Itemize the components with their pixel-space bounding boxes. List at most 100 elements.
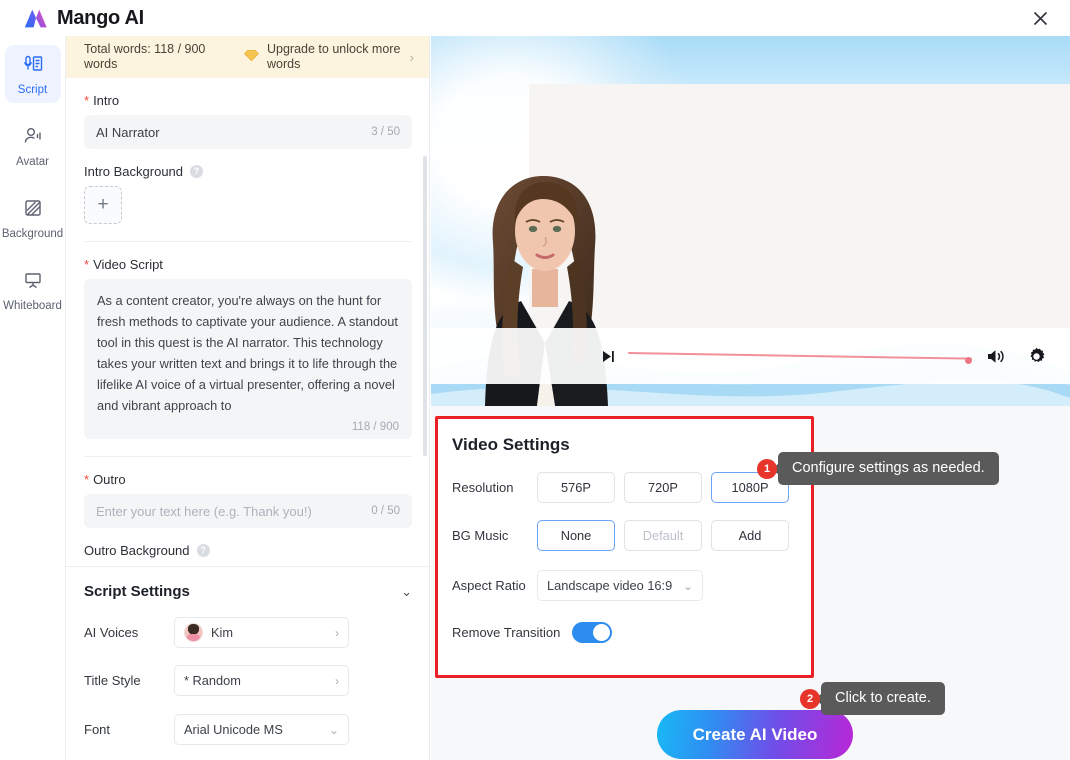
resolution-label: Resolution [452, 480, 537, 495]
whiteboard-icon [22, 269, 44, 296]
gear-icon[interactable] [1027, 347, 1046, 366]
title-style-label: Title Style [84, 673, 174, 688]
gear-glyph [1027, 347, 1046, 366]
chevron-right-icon: › [335, 626, 339, 640]
title-style-value: * Random [184, 673, 241, 688]
word-quota-banner[interactable]: Total words: 118 / 900 words Upgrade to … [66, 36, 430, 78]
bg-music-label: BG Music [452, 528, 537, 543]
aspect-ratio-value: Landscape video 16:9 [547, 578, 672, 593]
help-icon[interactable]: ? [197, 544, 210, 557]
aspect-ratio-label: Aspect Ratio [452, 578, 537, 593]
player-controls [431, 328, 1070, 384]
outro-counter: 0 / 50 [371, 505, 400, 517]
help-icon[interactable]: ? [190, 165, 203, 178]
intro-value: AI Narrator [96, 125, 160, 140]
close-glyph [1033, 11, 1048, 26]
brand-logo: Mango AI [22, 6, 144, 30]
sidebar-item-whiteboard[interactable]: Whiteboard [5, 261, 61, 319]
remove-transition-row: Remove Transition [438, 622, 811, 643]
script-icon [22, 53, 44, 80]
plus-icon: + [97, 194, 108, 216]
diamond-glyph [244, 49, 259, 62]
video-stage: Video Settings Resolution 576P 720P 1080… [431, 36, 1070, 760]
step-badge: 1 [757, 459, 777, 479]
sidebar-item-label: Avatar [16, 156, 49, 168]
video-script-counter: 118 / 900 [97, 421, 399, 433]
font-select[interactable]: Arial Unicode MS ⌄ [174, 714, 349, 745]
outro-placeholder: Enter your text here (e.g. Thank you!) [96, 504, 312, 519]
total-words-text: Total words: 118 / 900 words [84, 42, 234, 72]
sidebar-item-label: Script [18, 84, 47, 96]
tooltip-text: Click to create. [821, 682, 945, 715]
required-mark: * [84, 475, 89, 485]
intro-background-label-row: Intro Background ? [84, 164, 412, 179]
chevron-down-icon: ⌄ [329, 723, 339, 737]
outro-background-label: Outro Background [84, 543, 190, 558]
bg-music-option-default: Default [624, 520, 702, 551]
ai-voices-label: AI Voices [84, 625, 174, 640]
sidebar-item-avatar[interactable]: Avatar [5, 117, 61, 175]
title-style-picker[interactable]: * Random › [174, 665, 349, 696]
diamond-icon [244, 49, 259, 65]
resolution-option-576p[interactable]: 576P [537, 472, 615, 503]
intro-input[interactable]: AI Narrator 3 / 50 [84, 115, 412, 149]
top-bar: Mango AI [0, 0, 1070, 36]
intro-counter: 3 / 50 [371, 126, 400, 138]
outro-input[interactable]: Enter your text here (e.g. Thank you!) 0… [84, 494, 412, 528]
script-settings-header[interactable]: Script Settings ⌄ [66, 567, 430, 600]
aspect-ratio-row: Aspect Ratio Landscape video 16:9 ⌄ [438, 570, 811, 601]
video-preview[interactable] [431, 36, 1070, 406]
resolution-option-720p[interactable]: 720P [624, 472, 702, 503]
ai-voices-value: Kim [211, 625, 233, 640]
close-icon[interactable] [1026, 4, 1054, 32]
video-script-label: Video Script [93, 257, 163, 272]
left-rail: Script Avatar Background [0, 36, 66, 760]
tooltip-step-1: 1 Configure settings as needed. [757, 452, 999, 485]
ai-voices-picker[interactable]: Kim › [174, 617, 349, 648]
volume-glyph [986, 348, 1005, 365]
divider [84, 241, 412, 242]
ai-voices-row: AI Voices Kim › [66, 617, 430, 648]
divider [84, 456, 412, 457]
video-script-textarea[interactable]: As a content creator, you're always on t… [84, 279, 412, 439]
chevron-down-icon: ⌄ [683, 579, 693, 593]
video-script-label-row: * Video Script [84, 257, 412, 272]
intro-label-row: * Intro [84, 93, 412, 108]
chevron-right-icon: › [335, 674, 339, 688]
progress-line [628, 352, 972, 360]
avatar-icon [22, 125, 44, 152]
play-next-icon[interactable] [601, 349, 616, 364]
chevron-right-icon: › [410, 50, 420, 65]
playback-progress-slider[interactable] [628, 349, 972, 363]
intro-label: Intro [93, 93, 119, 108]
script-settings-title: Script Settings [84, 583, 190, 600]
video-settings-title: Video Settings [438, 435, 811, 455]
progress-knob[interactable] [965, 357, 972, 364]
bg-music-option-none[interactable]: None [537, 520, 615, 551]
toggle-knob [593, 624, 610, 641]
aspect-ratio-select[interactable]: Landscape video 16:9 ⌄ [537, 570, 703, 601]
bg-music-row: BG Music None Default Add [438, 520, 811, 551]
tooltip-step-2: 2 Click to create. [800, 682, 945, 715]
required-mark: * [84, 260, 89, 270]
upgrade-text: Upgrade to unlock more words [267, 42, 410, 72]
font-label: Font [84, 722, 174, 737]
remove-transition-toggle[interactable] [572, 622, 612, 643]
volume-icon[interactable] [986, 348, 1005, 365]
sidebar-item-label: Background [2, 228, 63, 240]
panel-scrollbar[interactable] [423, 156, 427, 456]
tooltip-text: Configure settings as needed. [778, 452, 999, 485]
sidebar-item-script[interactable]: Script [5, 45, 61, 103]
app-root: Mango AI Script [0, 0, 1070, 760]
sidebar-item-background[interactable]: Background [5, 189, 61, 247]
brand-name: Mango AI [57, 7, 144, 30]
step-badge: 2 [800, 689, 820, 709]
create-ai-video-button[interactable]: Create AI Video [657, 710, 853, 759]
video-script-value: As a content creator, you're always on t… [97, 290, 399, 416]
outro-background-label-row: Outro Background ? [84, 543, 412, 558]
font-row: Font Arial Unicode MS ⌄ [66, 714, 430, 745]
bg-music-option-add[interactable]: Add [711, 520, 789, 551]
remove-transition-label: Remove Transition [452, 625, 560, 640]
resolution-row: Resolution 576P 720P 1080P [438, 472, 811, 503]
add-intro-background-button[interactable]: + [84, 186, 122, 224]
